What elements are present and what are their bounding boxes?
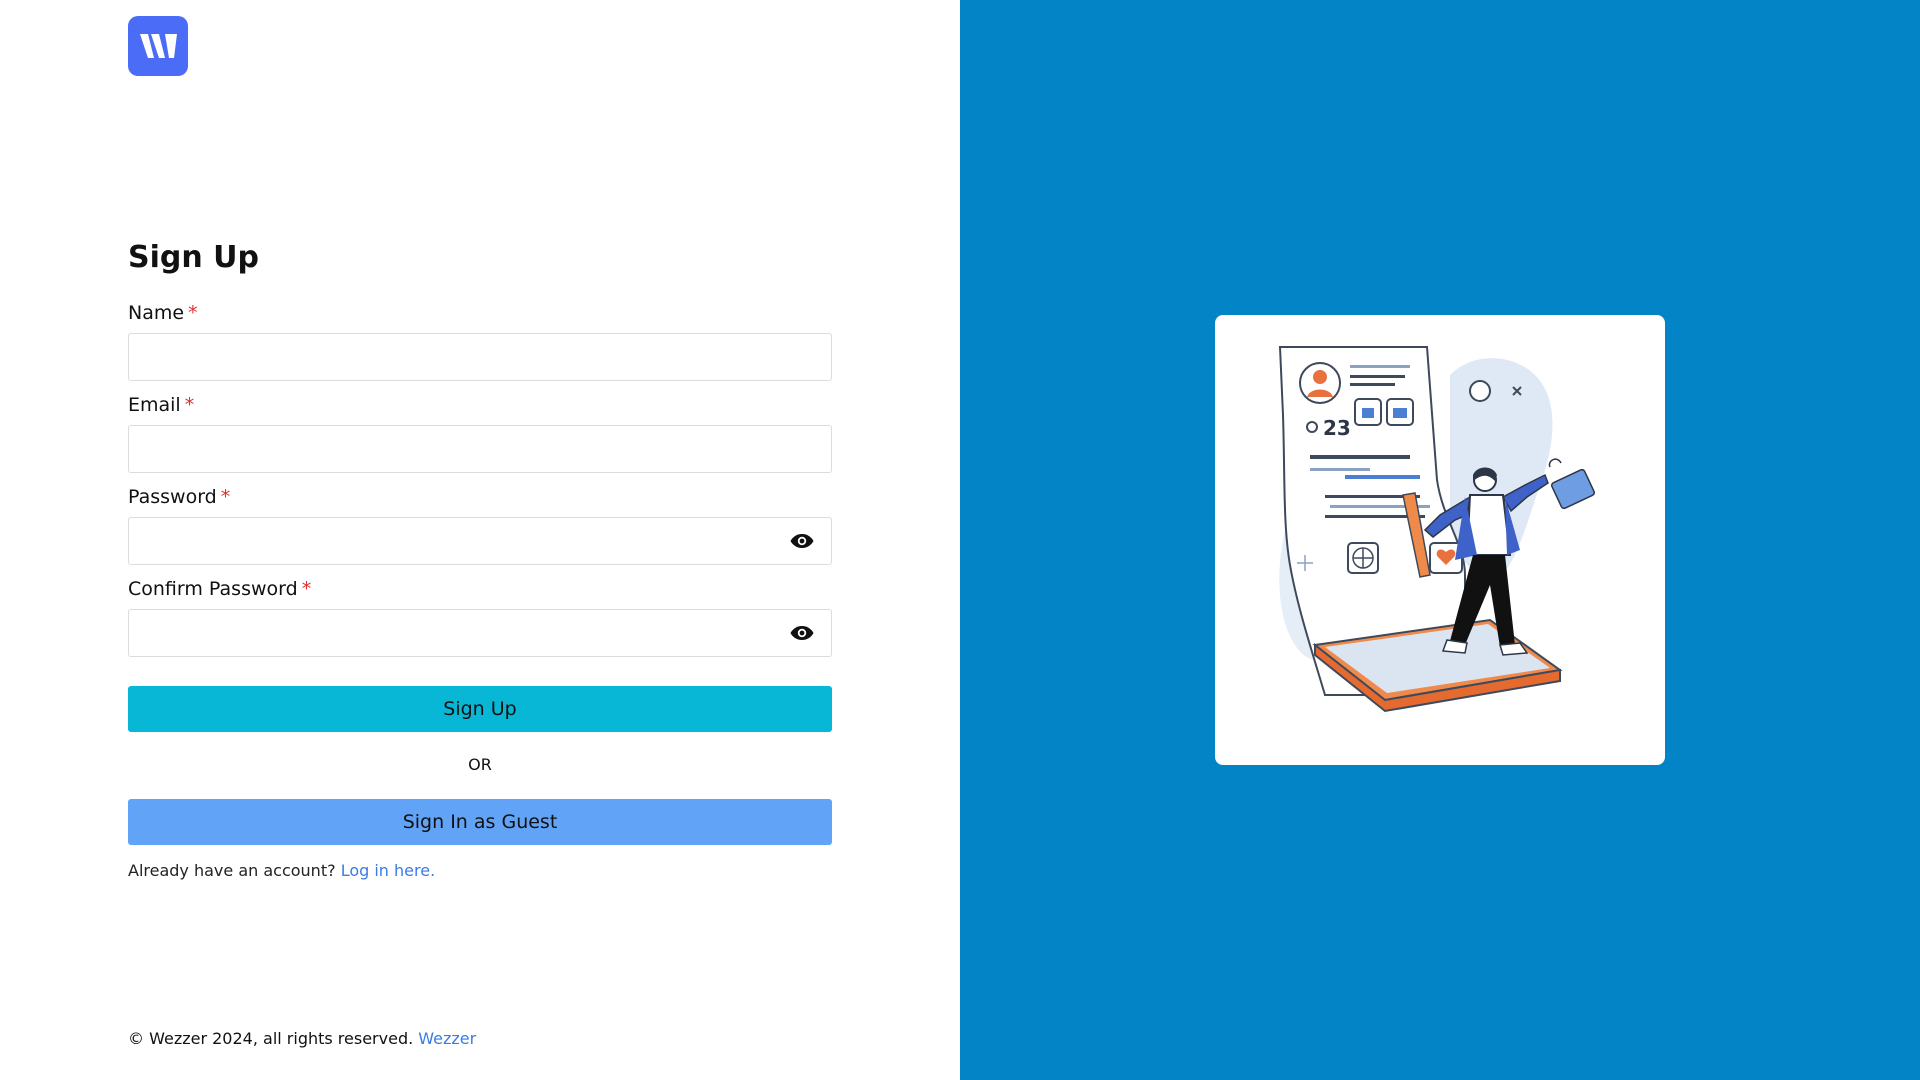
eye-icon[interactable]: [788, 619, 816, 647]
eye-icon[interactable]: [788, 527, 816, 555]
illustration-card: 23: [1215, 315, 1665, 765]
name-label: Name *: [128, 302, 198, 324]
copyright-text: © Wezzer 2024, all rights reserved.: [128, 1029, 414, 1048]
password-label: Password *: [128, 486, 230, 508]
login-link[interactable]: Log in here.: [341, 861, 435, 880]
confirm-password-input[interactable]: [128, 609, 832, 657]
email-input[interactable]: [128, 425, 832, 473]
password-input[interactable]: [128, 517, 832, 565]
email-label: Email *: [128, 394, 194, 416]
wezzer-logo-icon[interactable]: [128, 16, 188, 76]
required-marker: *: [188, 302, 198, 324]
required-marker: *: [184, 394, 195, 416]
illustration-number: 23: [1323, 416, 1351, 440]
account-prompt-text: Already have an account?: [128, 861, 336, 880]
email-label-text: Email: [128, 394, 181, 416]
required-marker: *: [301, 578, 312, 600]
sign-up-button[interactable]: Sign Up: [128, 686, 832, 732]
left-panel: Sign Up Name * Email * Password * Confirm P…: [0, 0, 960, 1080]
signup-illustration: 23: [1278, 346, 1595, 713]
name-input[interactable]: [128, 333, 832, 381]
password-label-text: Password: [128, 486, 217, 508]
footer: © Wezzer 2024, all rights reserved. Wezz…: [128, 1029, 476, 1048]
or-divider: OR: [468, 755, 492, 774]
confirm-password-label-text: Confirm Password: [128, 578, 298, 600]
account-prompt: Already have an account? Log in here.: [128, 861, 435, 880]
sign-in-as-guest-button[interactable]: Sign In as Guest: [128, 799, 832, 845]
wezzer-link[interactable]: Wezzer: [418, 1029, 476, 1048]
page-title: Sign Up: [128, 240, 260, 275]
name-label-text: Name: [128, 302, 185, 324]
confirm-password-label: Confirm Password *: [128, 578, 311, 600]
required-marker: *: [220, 486, 231, 508]
